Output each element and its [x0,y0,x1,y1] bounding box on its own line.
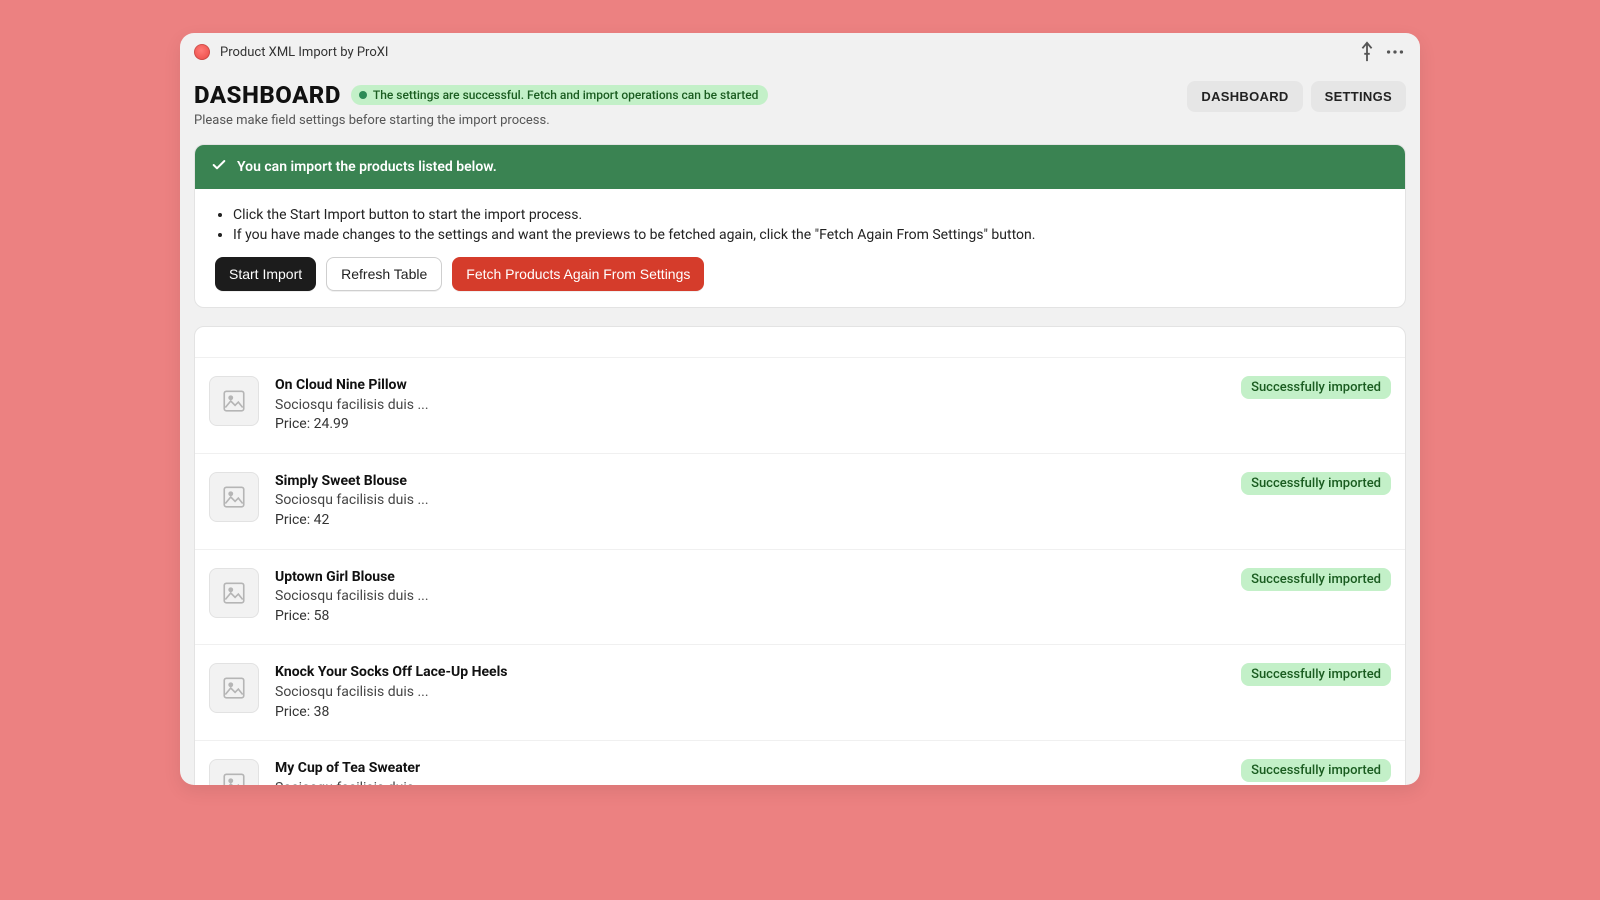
success-banner: You can import the products listed below… [195,145,1405,189]
status-badge: Successfully imported [1241,568,1391,591]
pin-icon[interactable] [1356,41,1378,63]
product-row[interactable]: My Cup of Tea SweaterSociosqu facilisis … [195,740,1405,785]
product-desc: Sociosqu facilisis duis ... [275,779,1225,785]
tab-settings[interactable]: SETTINGS [1311,81,1406,112]
product-price: Price: 24.99 [275,415,1225,435]
image-placeholder-icon [209,376,259,426]
refresh-table-button[interactable]: Refresh Table [326,257,442,291]
product-name: Simply Sweet Blouse [275,472,1225,492]
start-import-button[interactable]: Start Import [215,257,316,291]
status-dot-icon [359,91,367,99]
product-info: Uptown Girl BlouseSociosqu facilisis dui… [275,568,1225,627]
product-price: Price: 42 [275,511,1225,531]
instruction-item: Click the Start Import button to start t… [233,207,1385,223]
titlebar: Product XML Import by ProXI [180,33,1420,71]
check-icon [211,157,227,177]
product-list: On Cloud Nine PillowSociosqu facilisis d… [194,326,1406,785]
status-text: The settings are successful. Fetch and i… [373,88,759,102]
content-area: DASHBOARD The settings are successful. F… [180,71,1420,785]
app-logo-icon [194,44,210,60]
product-price: Price: 58 [275,607,1225,627]
product-row[interactable]: Knock Your Socks Off Lace-Up HeelsSocios… [195,644,1405,740]
product-desc: Sociosqu facilisis duis ... [275,396,1225,416]
product-info: Knock Your Socks Off Lace-Up HeelsSocios… [275,663,1225,722]
product-desc: Sociosqu facilisis duis ... [275,587,1225,607]
product-row[interactable]: Simply Sweet BlouseSociosqu facilisis du… [195,453,1405,549]
page-title: DASHBOARD [194,81,341,109]
fetch-products-button[interactable]: Fetch Products Again From Settings [452,257,704,291]
product-name: My Cup of Tea Sweater [275,759,1225,779]
status-badge: Successfully imported [1241,472,1391,495]
status-chip: The settings are successful. Fetch and i… [351,85,769,105]
page-subtitle: Please make field settings before starti… [194,113,1175,128]
nav-tabs: DASHBOARD SETTINGS [1187,81,1406,112]
instructions-list: Click the Start Import button to start t… [215,207,1385,243]
product-info: My Cup of Tea SweaterSociosqu facilisis … [275,759,1225,785]
product-desc: Sociosqu facilisis duis ... [275,683,1225,703]
product-name: Uptown Girl Blouse [275,568,1225,588]
more-icon[interactable] [1384,41,1406,63]
status-badge: Successfully imported [1241,663,1391,686]
app-title: Product XML Import by ProXI [220,45,388,60]
product-name: On Cloud Nine Pillow [275,376,1225,396]
image-placeholder-icon [209,759,259,785]
image-placeholder-icon [209,663,259,713]
product-row[interactable]: On Cloud Nine PillowSociosqu facilisis d… [195,357,1405,453]
tab-dashboard[interactable]: DASHBOARD [1187,81,1302,112]
status-badge: Successfully imported [1241,759,1391,782]
product-desc: Sociosqu facilisis duis ... [275,491,1225,511]
product-info: On Cloud Nine PillowSociosqu facilisis d… [275,376,1225,435]
product-price: Price: 38 [275,703,1225,723]
app-window: Product XML Import by ProXI DASHBOARD Th… [180,33,1420,785]
banner-text: You can import the products listed below… [237,159,497,175]
product-row[interactable]: Uptown Girl BlouseSociosqu facilisis dui… [195,549,1405,645]
import-card: You can import the products listed below… [194,144,1406,308]
image-placeholder-icon [209,472,259,522]
product-info: Simply Sweet BlouseSociosqu facilisis du… [275,472,1225,531]
status-badge: Successfully imported [1241,376,1391,399]
instruction-item: If you have made changes to the settings… [233,227,1385,243]
image-placeholder-icon [209,568,259,618]
product-name: Knock Your Socks Off Lace-Up Heels [275,663,1225,683]
page-header: DASHBOARD The settings are successful. F… [194,81,1406,144]
